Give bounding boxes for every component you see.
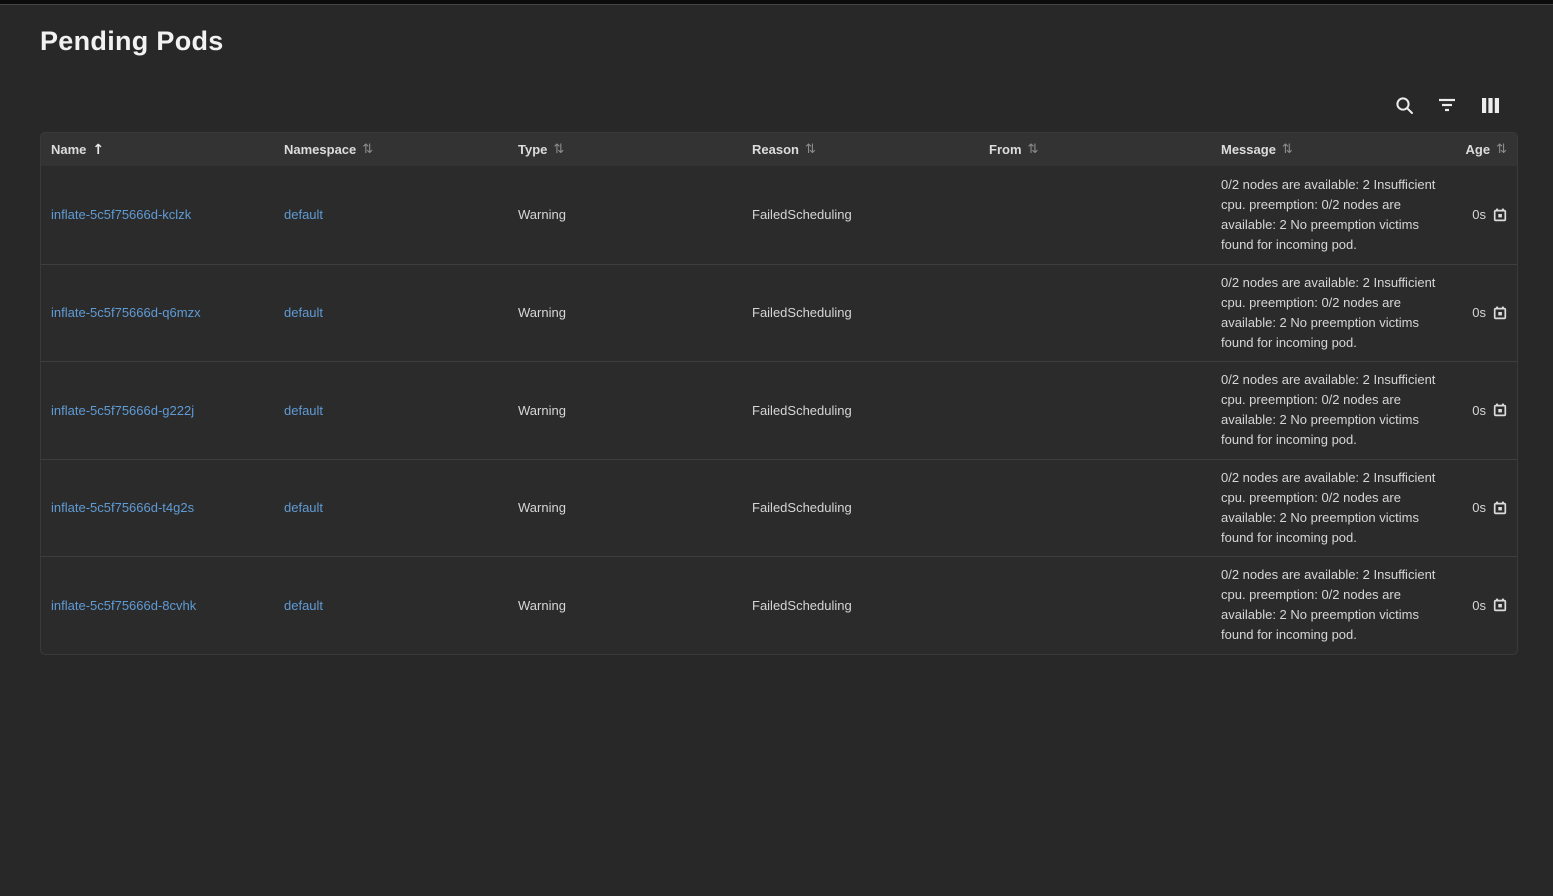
column-label: Name <box>51 142 86 157</box>
message-cell: 0/2 nodes are available: 2 Insufficient … <box>1211 565 1447 645</box>
pending-pods-page: Pending Pods Name <box>0 5 1553 655</box>
namespace-cell: default <box>274 500 508 515</box>
name-cell: inflate-5c5f75666d-kclzk <box>41 207 274 222</box>
sort-ascending-icon: ↑ <box>92 142 104 158</box>
column-header-type[interactable]: Type ⇅ <box>508 142 742 157</box>
filter-button[interactable] <box>1437 95 1457 115</box>
age-value: 0s <box>1472 305 1486 320</box>
column-label: Message <box>1221 142 1276 157</box>
calendar-icon <box>1493 306 1507 320</box>
columns-button[interactable] <box>1480 95 1500 115</box>
column-label: Namespace <box>284 142 356 157</box>
pod-name-link[interactable]: inflate-5c5f75666d-q6mzx <box>51 305 201 320</box>
name-cell: inflate-5c5f75666d-t4g2s <box>41 500 274 515</box>
message-cell: 0/2 nodes are available: 2 Insufficient … <box>1211 468 1447 548</box>
sort-icon: ⇅ <box>1282 142 1293 157</box>
calendar-icon <box>1493 403 1507 417</box>
sort-icon: ⇅ <box>1028 142 1039 157</box>
column-header-message[interactable]: Message ⇅ <box>1211 142 1447 157</box>
namespace-link[interactable]: default <box>284 207 323 222</box>
reason-cell: FailedScheduling <box>742 598 979 613</box>
message-cell: 0/2 nodes are available: 2 Insufficient … <box>1211 175 1447 255</box>
namespace-cell: default <box>274 305 508 320</box>
calendar-icon <box>1493 501 1507 515</box>
type-cell: Warning <box>508 500 742 515</box>
sort-icon: ⇅ <box>362 142 373 157</box>
columns-icon <box>1482 97 1499 114</box>
namespace-link[interactable]: default <box>284 598 323 613</box>
table-row[interactable]: inflate-5c5f75666d-8cvhk default Warning… <box>41 556 1517 654</box>
name-cell: inflate-5c5f75666d-q6mzx <box>41 305 274 320</box>
search-icon <box>1395 96 1414 115</box>
age-value: 0s <box>1472 207 1486 222</box>
message-cell: 0/2 nodes are available: 2 Insufficient … <box>1211 273 1447 353</box>
pod-name-link[interactable]: inflate-5c5f75666d-g222j <box>51 403 194 418</box>
type-cell: Warning <box>508 598 742 613</box>
column-label: From <box>989 142 1022 157</box>
message-cell: 0/2 nodes are available: 2 Insufficient … <box>1211 370 1447 450</box>
reason-cell: FailedScheduling <box>742 403 979 418</box>
column-label: Reason <box>752 142 799 157</box>
type-cell: Warning <box>508 305 742 320</box>
age-value: 0s <box>1472 500 1486 515</box>
age-value: 0s <box>1472 403 1486 418</box>
table-toolbar <box>40 95 1518 115</box>
sort-icon: ⇅ <box>553 142 564 157</box>
name-cell: inflate-5c5f75666d-g222j <box>41 403 274 418</box>
reason-cell: FailedScheduling <box>742 500 979 515</box>
namespace-cell: default <box>274 403 508 418</box>
column-header-age[interactable]: Age ⇅ <box>1447 142 1517 157</box>
column-label: Type <box>518 142 547 157</box>
age-cell: 0s <box>1447 500 1517 515</box>
name-cell: inflate-5c5f75666d-8cvhk <box>41 598 274 613</box>
page-title: Pending Pods <box>40 26 1518 57</box>
filter-icon <box>1438 98 1456 112</box>
age-cell: 0s <box>1447 207 1517 222</box>
table-header-row: Name ↑ Namespace ⇅ Type ⇅ Reason ⇅ From … <box>41 133 1517 166</box>
column-label: Age <box>1466 142 1491 157</box>
namespace-link[interactable]: default <box>284 403 323 418</box>
namespace-cell: default <box>274 207 508 222</box>
age-cell: 0s <box>1447 598 1517 613</box>
namespace-link[interactable]: default <box>284 305 323 320</box>
table-row[interactable]: inflate-5c5f75666d-q6mzx default Warning… <box>41 264 1517 362</box>
table-row[interactable]: inflate-5c5f75666d-t4g2s default Warning… <box>41 459 1517 557</box>
pod-name-link[interactable]: inflate-5c5f75666d-kclzk <box>51 207 191 222</box>
namespace-cell: default <box>274 598 508 613</box>
column-header-name[interactable]: Name ↑ <box>41 142 274 158</box>
pending-pods-table: Name ↑ Namespace ⇅ Type ⇅ Reason ⇅ From … <box>40 132 1518 655</box>
reason-cell: FailedScheduling <box>742 207 979 222</box>
column-header-reason[interactable]: Reason ⇅ <box>742 142 979 157</box>
type-cell: Warning <box>508 207 742 222</box>
age-value: 0s <box>1472 598 1486 613</box>
sort-icon: ⇅ <box>1496 142 1507 157</box>
table-row[interactable]: inflate-5c5f75666d-kclzk default Warning… <box>41 166 1517 264</box>
calendar-icon <box>1493 598 1507 612</box>
calendar-icon <box>1493 208 1507 222</box>
pod-name-link[interactable]: inflate-5c5f75666d-8cvhk <box>51 598 196 613</box>
namespace-link[interactable]: default <box>284 500 323 515</box>
age-cell: 0s <box>1447 305 1517 320</box>
column-header-namespace[interactable]: Namespace ⇅ <box>274 142 508 157</box>
reason-cell: FailedScheduling <box>742 305 979 320</box>
column-header-from[interactable]: From ⇅ <box>979 142 1211 157</box>
table-body: inflate-5c5f75666d-kclzk default Warning… <box>41 166 1517 654</box>
search-button[interactable] <box>1394 95 1414 115</box>
table-row[interactable]: inflate-5c5f75666d-g222j default Warning… <box>41 361 1517 459</box>
type-cell: Warning <box>508 403 742 418</box>
pod-name-link[interactable]: inflate-5c5f75666d-t4g2s <box>51 500 194 515</box>
age-cell: 0s <box>1447 403 1517 418</box>
sort-icon: ⇅ <box>805 142 816 157</box>
